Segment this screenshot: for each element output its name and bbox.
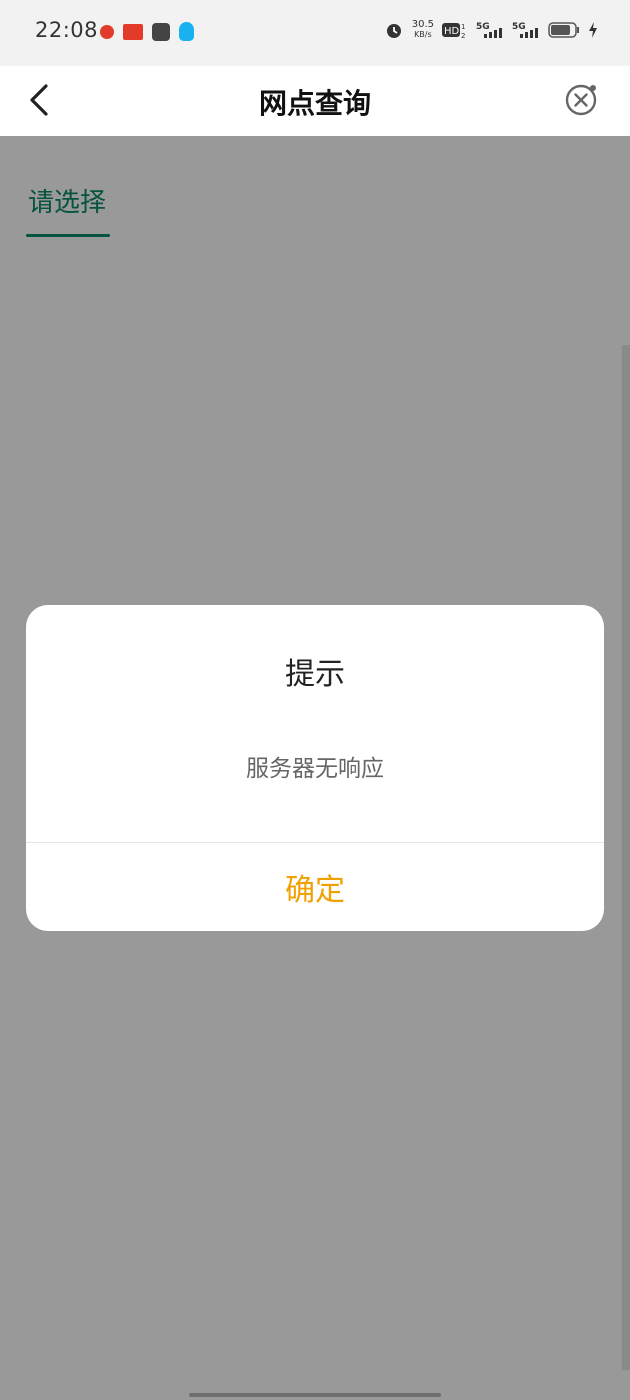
- app-notification-icon: [100, 24, 114, 39]
- system-icons: 30.5 KB/s HD 1 2 5G 5G: [384, 20, 598, 40]
- dialog-title: 提示: [285, 657, 345, 692]
- net-speed: 30.5 KB/s: [412, 20, 434, 40]
- 5g-signal-icon: 5G: [476, 22, 502, 38]
- svg-text:1: 1: [461, 23, 465, 31]
- page-title: 网点查询: [258, 87, 371, 120]
- svg-text:2: 2: [461, 32, 465, 39]
- qq-icon: [179, 22, 194, 41]
- svg-text:5G: 5G: [512, 22, 526, 32]
- net-speed-value: 30.5: [411, 19, 434, 30]
- charging-icon: [589, 22, 597, 38]
- confirm-button[interactable]: 确定: [26, 843, 604, 931]
- alert-dialog: 提示 服务器无响应 确定: [26, 605, 604, 931]
- status-time: 22:08: [35, 18, 99, 42]
- toutiao-icon: [123, 23, 143, 40]
- notification-icons: [100, 22, 194, 41]
- net-speed-unit: KB/s: [414, 30, 432, 39]
- scrollbar[interactable]: [622, 345, 630, 1370]
- message-icon: [152, 22, 170, 41]
- hd-icon: HD 12: [442, 23, 465, 39]
- battery-icon: [548, 22, 579, 38]
- svg-text:HD: HD: [444, 26, 460, 37]
- title-bar: 网点查询: [0, 66, 630, 136]
- svg-text:5G: 5G: [476, 22, 490, 32]
- 5g-signal-icon: 5G: [512, 22, 538, 38]
- dialog-message: 服务器无响应: [246, 756, 384, 782]
- alarm-icon: [386, 24, 401, 38]
- status-bar: 22:08 30.5 KB/s HD 1 2 5G 5G: [0, 0, 630, 66]
- home-indicator[interactable]: [189, 1393, 441, 1397]
- close-button[interactable]: [564, 82, 600, 118]
